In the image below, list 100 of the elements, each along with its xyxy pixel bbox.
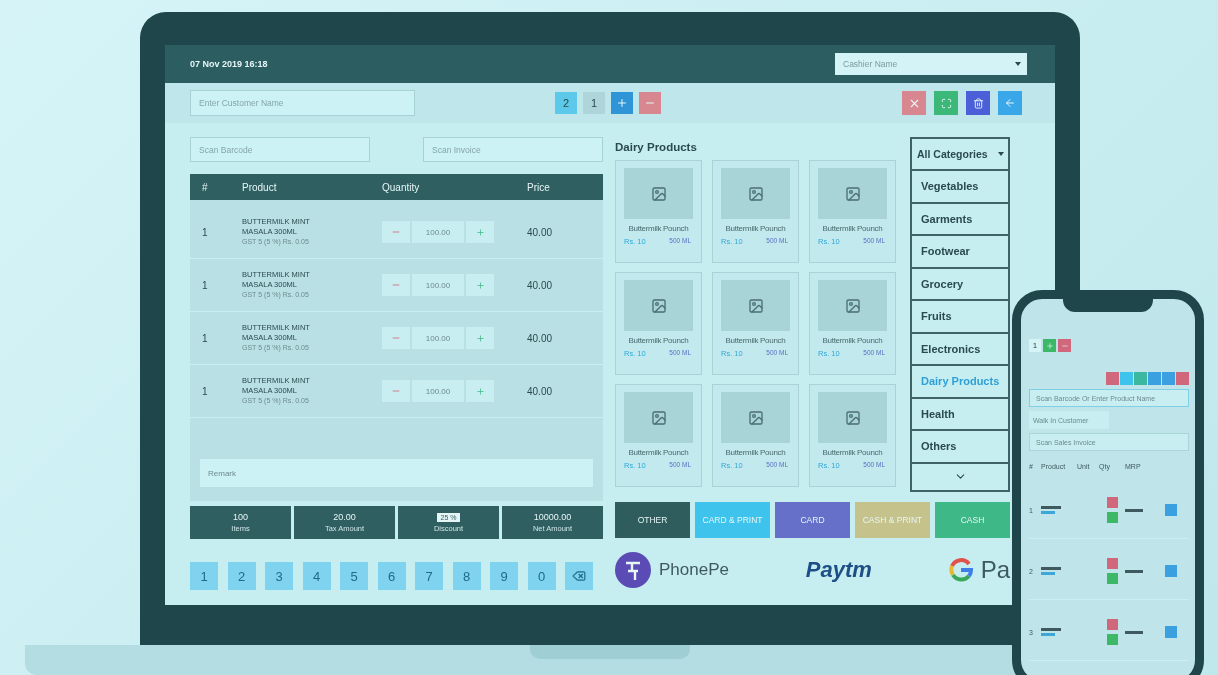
product-name: Buttermilk Pounch bbox=[821, 336, 884, 345]
remove-tab-button[interactable] bbox=[639, 92, 661, 114]
product-name: Buttermilk Pounch bbox=[724, 336, 787, 345]
payment-button[interactable]: CARD & PRINT bbox=[695, 501, 770, 538]
text-line bbox=[1041, 628, 1061, 631]
increase-button[interactable] bbox=[466, 221, 494, 243]
increase-button[interactable] bbox=[1106, 573, 1118, 584]
numpad-key[interactable]: 3 bbox=[265, 562, 293, 590]
edit-button[interactable] bbox=[1165, 626, 1177, 638]
payment-logo-text: Pa bbox=[980, 555, 1010, 584]
categories-dropdown[interactable]: All Categories bbox=[910, 137, 1010, 171]
plus-icon bbox=[616, 97, 628, 109]
image-icon bbox=[844, 409, 861, 426]
action-button[interactable] bbox=[1148, 372, 1161, 385]
delete-button[interactable] bbox=[966, 91, 990, 115]
fullscreen-button[interactable] bbox=[934, 91, 958, 115]
price-text: 40.00 bbox=[527, 332, 554, 344]
remark-field[interactable]: Remark bbox=[200, 459, 593, 487]
customer-name-field[interactable]: Enter Customer Name bbox=[190, 90, 415, 116]
numpad-key[interactable]: 7 bbox=[415, 562, 443, 590]
order-tab[interactable]: 2 bbox=[555, 92, 577, 114]
text-line bbox=[1041, 567, 1061, 570]
category-item[interactable]: Footwear bbox=[910, 236, 1010, 269]
action-button[interactable] bbox=[1162, 372, 1175, 385]
payment-logo-text: PhonePe bbox=[659, 559, 729, 580]
image-icon bbox=[650, 297, 667, 314]
cashier-select[interactable]: Cashier Name bbox=[835, 53, 1027, 75]
decrease-button[interactable] bbox=[382, 380, 410, 402]
decrease-button[interactable] bbox=[1106, 558, 1118, 569]
decrease-button[interactable] bbox=[382, 221, 410, 243]
increase-button[interactable] bbox=[466, 380, 494, 402]
action-button[interactable] bbox=[1134, 372, 1147, 385]
arrow-left-icon bbox=[1004, 97, 1016, 109]
backspace-key[interactable] bbox=[565, 562, 593, 590]
category-item[interactable]: Dairy Products bbox=[910, 366, 1010, 399]
price-text: 40.00 bbox=[527, 279, 554, 291]
category-item[interactable]: Garments bbox=[910, 203, 1010, 236]
action-button[interactable] bbox=[1106, 372, 1119, 385]
caret-icon bbox=[998, 152, 1004, 156]
text-line bbox=[1125, 569, 1143, 573]
category-title: Dairy Products bbox=[615, 141, 698, 153]
numpad-key[interactable]: 2 bbox=[227, 562, 256, 590]
payment-button[interactable]: CARD bbox=[775, 501, 850, 538]
caret-icon bbox=[1015, 62, 1021, 66]
category-item[interactable]: Health bbox=[910, 398, 1010, 431]
quantity-field[interactable]: 100.00 bbox=[412, 327, 464, 349]
numpad-key[interactable]: 0 bbox=[527, 562, 556, 590]
product-name: Buttermilk Pounch bbox=[724, 224, 787, 233]
increase-button[interactable] bbox=[466, 274, 494, 296]
category-item[interactable]: Electronics bbox=[910, 333, 1010, 366]
row-index: 1 bbox=[202, 279, 209, 291]
numpad-key[interactable]: 1 bbox=[190, 562, 218, 590]
row-index: 1 bbox=[202, 226, 209, 238]
decrease-button[interactable] bbox=[1106, 497, 1118, 508]
order-tab[interactable]: 1 bbox=[1029, 339, 1041, 352]
category-item[interactable]: Vegetables bbox=[910, 171, 1010, 204]
action-button[interactable] bbox=[1176, 372, 1189, 385]
numpad-key[interactable]: 5 bbox=[340, 562, 368, 590]
quantity-field[interactable]: 100.00 bbox=[412, 221, 464, 243]
edit-button[interactable] bbox=[1165, 565, 1177, 577]
quantity-field[interactable]: 100.00 bbox=[412, 274, 464, 296]
back-button[interactable] bbox=[998, 91, 1022, 115]
more-categories-button[interactable] bbox=[910, 463, 1010, 492]
scan-field[interactable]: Scan Invoice bbox=[423, 137, 603, 162]
quantity-field[interactable]: 100.00 bbox=[412, 380, 464, 402]
image-icon bbox=[650, 185, 667, 202]
action-button[interactable] bbox=[1120, 372, 1133, 385]
price-text: 40.00 bbox=[527, 385, 554, 397]
category-item[interactable]: Grocery bbox=[910, 268, 1010, 301]
increase-button[interactable] bbox=[1106, 512, 1118, 523]
image-icon bbox=[747, 185, 764, 202]
payment-button[interactable]: OTHER bbox=[615, 501, 690, 538]
scan-field[interactable]: Scan Barcode bbox=[190, 137, 370, 162]
increase-button[interactable] bbox=[466, 327, 494, 349]
add-tab-button[interactable] bbox=[1043, 339, 1056, 352]
edit-button[interactable] bbox=[1165, 504, 1177, 516]
numpad-key[interactable]: 8 bbox=[452, 562, 481, 590]
order-tab[interactable]: 1 bbox=[583, 92, 605, 114]
payment-button[interactable]: CASH bbox=[935, 501, 1010, 538]
image-icon bbox=[747, 409, 764, 426]
close-button[interactable] bbox=[902, 91, 926, 115]
summary-value: 10000.00 bbox=[533, 512, 572, 522]
image-icon bbox=[844, 185, 861, 202]
category-item[interactable]: Fruits bbox=[910, 301, 1010, 334]
decrease-button[interactable] bbox=[382, 327, 410, 349]
payment-logo-text: Paytm bbox=[805, 556, 872, 583]
category-item[interactable]: Others bbox=[910, 431, 1010, 464]
decrease-button[interactable] bbox=[1106, 619, 1118, 630]
numpad-key[interactable]: 6 bbox=[377, 562, 406, 590]
numpad-key[interactable]: 4 bbox=[302, 562, 331, 590]
decrease-button[interactable] bbox=[382, 274, 410, 296]
text-line bbox=[1041, 506, 1061, 509]
add-tab-button[interactable] bbox=[611, 92, 633, 114]
product-name: Buttermilk Pounch bbox=[821, 448, 884, 457]
date-time: 07 Nov 2019 16:18 bbox=[190, 59, 268, 69]
numpad-key[interactable]: 9 bbox=[490, 562, 518, 590]
increase-button[interactable] bbox=[1106, 634, 1118, 645]
summary-value: 100 bbox=[233, 512, 248, 522]
remove-tab-button[interactable] bbox=[1058, 339, 1071, 352]
product-name: Buttermilk Pounch bbox=[821, 224, 884, 233]
